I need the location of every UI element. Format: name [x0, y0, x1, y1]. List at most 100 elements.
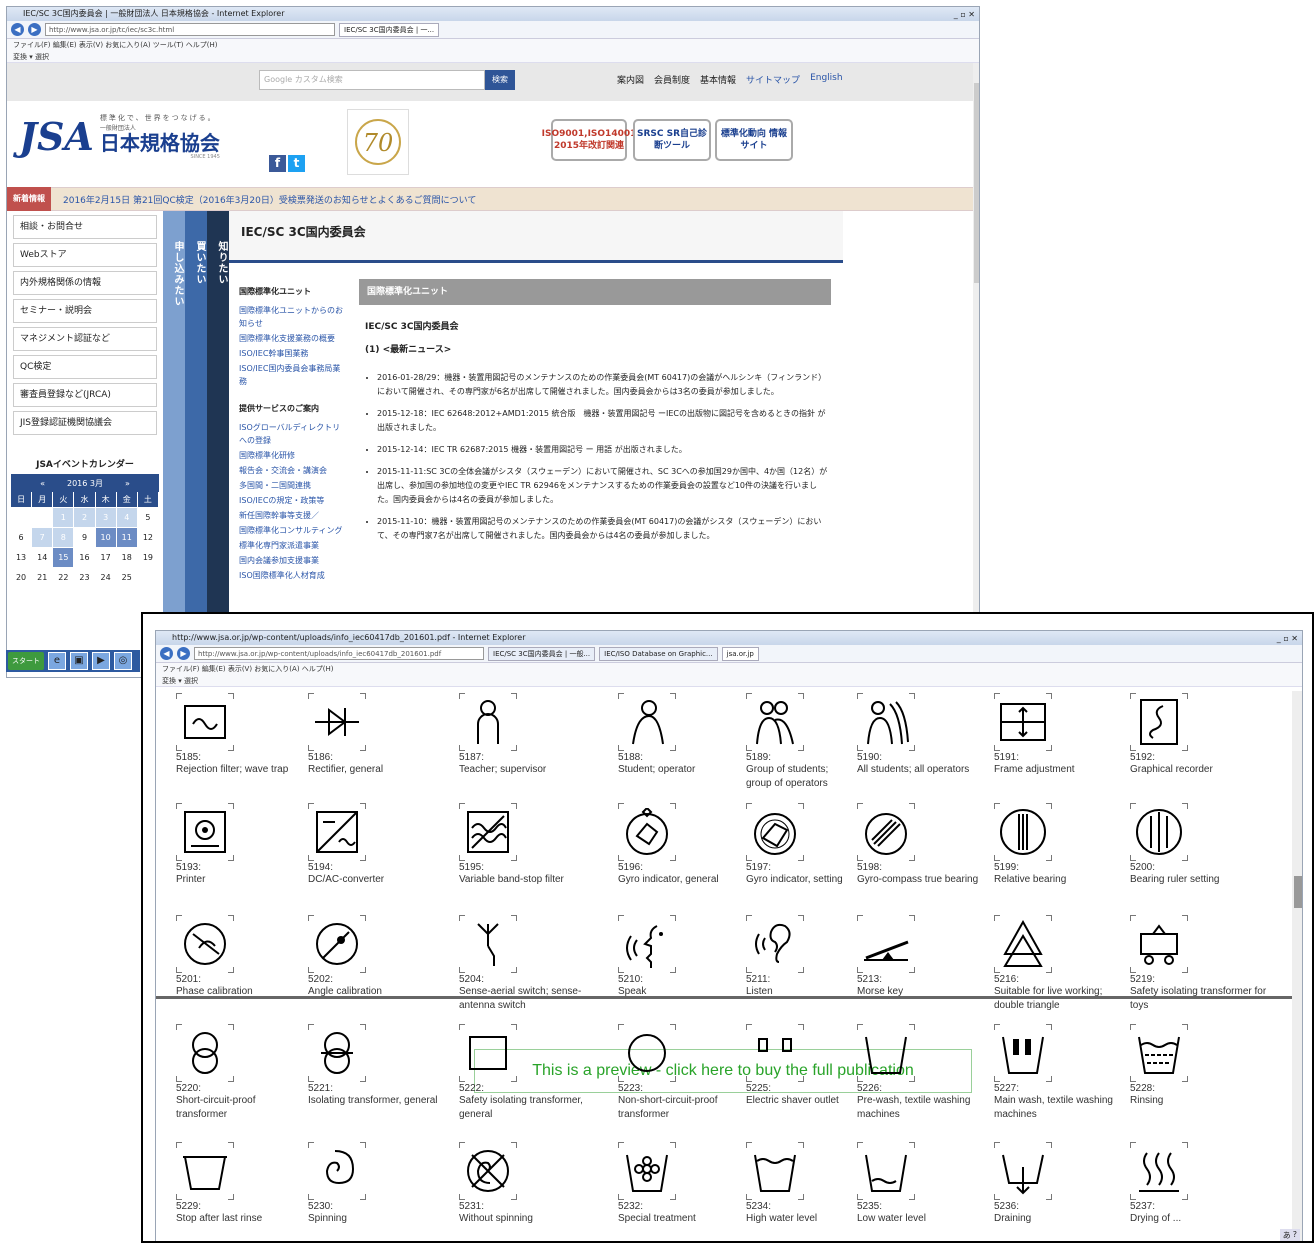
nav-section-services[interactable]: 提供サービスのご案内 — [239, 402, 345, 415]
symbol-entry[interactable]: 5200: Bearing ruler setting — [1130, 803, 1280, 887]
symbol-entry[interactable]: 5194: DC/AC-converter — [308, 803, 455, 887]
nav-item[interactable]: ISOグローバルディレクトリへの登録 — [239, 421, 345, 447]
ie-taskbar-icon[interactable]: e — [48, 652, 66, 670]
sidebar-consult[interactable]: 相談・お問合せ — [13, 215, 157, 239]
symbol-entry[interactable]: 5199: Relative bearing — [994, 803, 1126, 887]
vtab-apply[interactable]: 申し込みたい — [163, 211, 185, 677]
prev-month-icon[interactable]: « — [40, 479, 45, 488]
next-month-icon[interactable]: » — [125, 479, 130, 488]
app-taskbar-icon[interactable]: ◎ — [114, 652, 132, 670]
symbol-entry[interactable]: 5222: Safety isolating transformer, gener… — [459, 1024, 614, 1122]
symbol-entry[interactable]: 5193: Printer — [176, 803, 304, 887]
twitter-icon[interactable]: t — [288, 155, 305, 172]
calendar-day[interactable]: 9 — [74, 528, 96, 548]
top-link-membership[interactable]: 会員制度 — [654, 73, 690, 86]
nav-item[interactable]: 国内会議参加支援事業 — [239, 554, 345, 567]
symbol-entry[interactable]: 5225: Electric shaver outlet — [746, 1024, 853, 1108]
sidebar-seminars[interactable]: セミナー・説明会 — [13, 299, 157, 323]
symbol-entry[interactable]: 5192: Graphical recorder — [1130, 693, 1280, 777]
media-taskbar-icon[interactable]: ▶ — [92, 652, 110, 670]
symbol-entry[interactable]: 5228: Rinsing — [1130, 1024, 1280, 1108]
symbol-entry[interactable]: 5227: Main wash, textile washing machines — [994, 1024, 1126, 1122]
nav-item[interactable]: ISO/IEC国内委員会事務局業務 — [239, 362, 345, 388]
nav-item[interactable]: ISO/IEC幹事国業務 — [239, 347, 345, 360]
symbol-entry[interactable]: 5204: Sense-aerial switch; sense-antenna … — [459, 915, 614, 1013]
search-button[interactable]: 検索 — [485, 70, 515, 90]
calendar-day[interactable]: 14 — [32, 548, 54, 568]
symbol-entry[interactable]: 5236: Draining — [994, 1142, 1126, 1226]
calendar-day[interactable]: 15 — [53, 548, 75, 568]
top-link-english[interactable]: English — [810, 73, 843, 86]
nav-item[interactable]: 報告会・交流会・講演会 — [239, 464, 345, 477]
symbol-entry[interactable]: 5219: Safety isolating transformer for to… — [1130, 915, 1280, 1013]
nav-item[interactable]: 新任国際幹事等支援／ — [239, 509, 345, 522]
banner-iso-revision[interactable]: ISO9001,ISO14001 2015年改訂関連 — [542, 119, 636, 161]
url-field[interactable]: http://www.jsa.or.jp/tc/iec/sc3c.html — [45, 23, 335, 36]
search-input[interactable]: Google カスタム検索 — [259, 70, 485, 90]
calendar-day[interactable]: 2 — [74, 508, 96, 528]
calendar-day[interactable]: 8 — [53, 528, 75, 548]
symbol-entry[interactable]: 5195: Variable band-stop filter — [459, 803, 614, 887]
calendar-day[interactable]: 22 — [53, 568, 75, 588]
news-link[interactable]: 2016年2月15日 第21回QC検定（2016年3月20日）受検票発送のお知ら… — [63, 193, 476, 206]
calendar-day[interactable]: 13 — [11, 548, 33, 568]
calendar-day[interactable]: 12 — [137, 528, 159, 548]
jsa-logo[interactable]: JSA 標準化で、世界をつなげる。 一般財団法人 日本規格協会 SINCE 19… — [19, 113, 220, 160]
back-icon[interactable]: ◀ — [160, 647, 173, 660]
symbol-entry[interactable]: 5190: All students; all operators — [857, 693, 990, 777]
forward-icon[interactable]: ▶ — [28, 23, 41, 36]
top-link-map[interactable]: 案内図 — [617, 73, 644, 86]
ime-icon[interactable]: あ — [1283, 1230, 1291, 1241]
calendar-day[interactable]: 18 — [116, 548, 138, 568]
symbol-entry[interactable]: 5232: Special treatment — [618, 1142, 742, 1226]
banner-sr-tool[interactable]: SRSC SR自己診断ツール — [633, 119, 711, 161]
symbol-entry[interactable]: 5185: Rejection filter; wave trap — [176, 693, 304, 777]
calendar-day[interactable]: 19 — [137, 548, 159, 568]
symbol-entry[interactable]: 5229: Stop after last rinse — [176, 1142, 304, 1226]
favorites-bar[interactable]: 変換 ▾ 選択 — [156, 675, 1302, 687]
calendar-day[interactable]: 4 — [116, 508, 138, 528]
url-field[interactable]: http://www.jsa.or.jp/wp-content/uploads/… — [194, 647, 484, 660]
sidebar-certification[interactable]: マネジメント認証など — [13, 327, 157, 351]
calendar-day[interactable]: 11 — [116, 528, 138, 548]
calendar-day[interactable]: 6 — [11, 528, 33, 548]
window-controls[interactable]: _ ▫ ✕ — [1277, 632, 1298, 645]
calendar-day[interactable]: 16 — [74, 548, 96, 568]
banner-standards-trends[interactable]: 標準化動向 情報サイト — [715, 119, 793, 161]
help-icon[interactable]: ? — [1293, 1230, 1297, 1241]
browser-tab[interactable]: IEC/SC 3C国内委員会 | 一般... — [488, 646, 596, 661]
sidebar-webstore[interactable]: Webストア — [13, 243, 157, 267]
calendar-day[interactable]: 25 — [116, 568, 138, 588]
vtab-know[interactable]: 知りたい — [207, 211, 229, 677]
symbol-entry[interactable]: 5191: Frame adjustment — [994, 693, 1126, 777]
symbol-entry[interactable]: 5202: Angle calibration — [308, 915, 455, 999]
calendar-day[interactable]: 17 — [95, 548, 117, 568]
browser-tab[interactable]: jsa.or.jp — [721, 646, 759, 661]
favorites-bar[interactable]: 変換 ▾ 選択 — [7, 51, 979, 63]
nav-item[interactable]: 国際標準化支援業務の概要 — [239, 332, 345, 345]
anniversary-badge[interactable]: 70 — [347, 109, 409, 175]
sidebar-qc-exam[interactable]: QC検定 — [13, 355, 157, 379]
forward-icon[interactable]: ▶ — [177, 647, 190, 660]
top-link-info[interactable]: 基本情報 — [700, 73, 736, 86]
symbol-entry[interactable]: 5234: High water level — [746, 1142, 853, 1226]
symbol-entry[interactable]: 5210: Speak — [618, 915, 742, 999]
nav-item[interactable]: 国際標準化コンサルティング — [239, 524, 345, 537]
folder-taskbar-icon[interactable]: ▣ — [70, 652, 88, 670]
symbol-entry[interactable]: 5189: Group of students; group of operato… — [746, 693, 853, 791]
window-controls[interactable]: _ ▫ ✕ — [954, 8, 975, 21]
calendar-day[interactable]: 23 — [74, 568, 96, 588]
sidebar-jrca[interactable]: 審査員登録など(JRCA) — [13, 383, 157, 407]
symbol-entry[interactable]: 5237: Drying of ... — [1130, 1142, 1280, 1226]
pdf-scrollbar[interactable] — [1292, 691, 1302, 1241]
symbol-entry[interactable]: 5223: Non-short-circuit-proof transformer — [618, 1024, 742, 1122]
symbol-entry[interactable]: 5235: Low water level — [857, 1142, 990, 1226]
symbol-entry[interactable]: 5186: Rectifier, general — [308, 693, 455, 777]
nav-item[interactable]: 標準化専門家派遣事業 — [239, 539, 345, 552]
calendar-day[interactable]: 3 — [95, 508, 117, 528]
symbol-entry[interactable]: 5213: Morse key — [857, 915, 990, 999]
sidebar-jis-council[interactable]: JIS登録認証機関協議会 — [13, 411, 157, 435]
nav-item[interactable]: ISO/IECの規定・政策等 — [239, 494, 345, 507]
symbol-entry[interactable]: 5226: Pre-wash, textile washing machines — [857, 1024, 990, 1122]
calendar-day[interactable]: 20 — [11, 568, 33, 588]
